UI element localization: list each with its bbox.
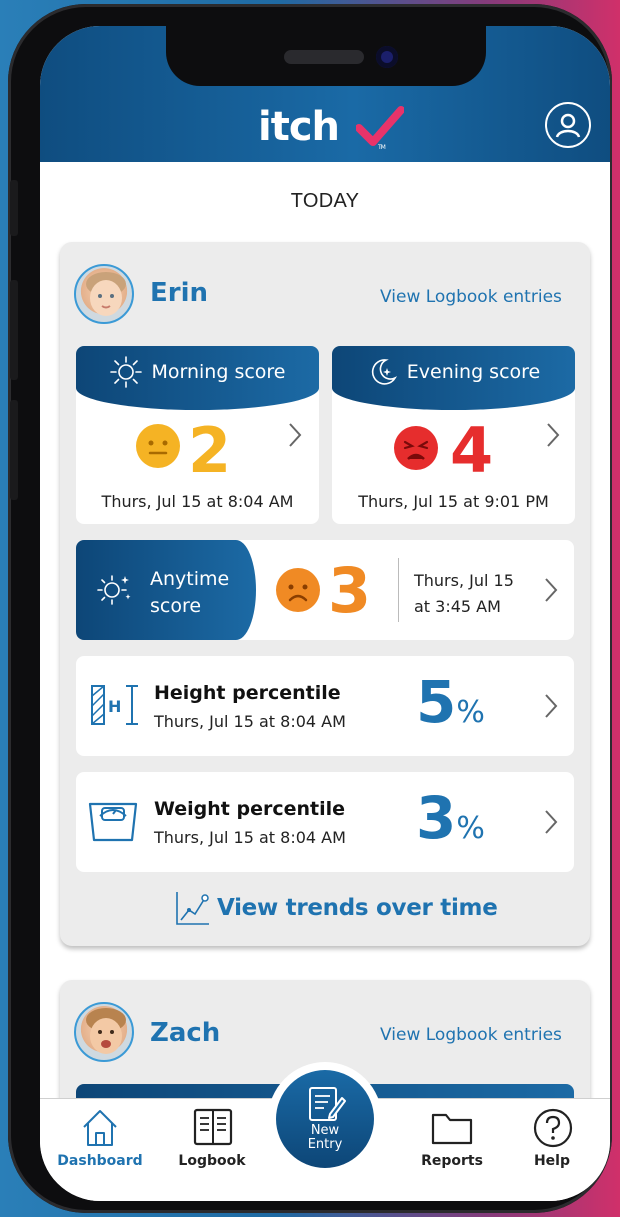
evening-score-value: 4 [450, 414, 494, 487]
logo-text: itch [258, 104, 340, 150]
profile-button[interactable] [545, 102, 591, 148]
height-value: 5 [416, 668, 457, 736]
notch [166, 26, 486, 86]
moon-icon [371, 359, 397, 385]
evening-score-card[interactable]: Evening score 4 Thurs, Jul 15 at 9:01 PM [332, 346, 575, 524]
svg-text:H: H [108, 697, 121, 716]
child-name: Zach [150, 1018, 221, 1048]
neutral-face-icon [136, 424, 180, 468]
morning-score-date: Thurs, Jul 15 at 8:04 AM [101, 492, 294, 511]
new-entry-circle: New Entry [276, 1070, 374, 1168]
folder-icon [431, 1113, 473, 1145]
tab-reports[interactable]: Reports [402, 1099, 502, 1201]
logo-trademark: TM [378, 144, 386, 151]
tab-help[interactable]: Help [502, 1099, 602, 1201]
tab-logbook[interactable]: Logbook [162, 1099, 262, 1201]
volume-up-button [10, 280, 18, 380]
new-entry-label: New Entry [276, 1124, 374, 1152]
mute-switch [10, 180, 18, 236]
height-percentile-card[interactable]: H Height percentile Thurs, Jul 15 at 8:0… [76, 656, 574, 756]
child-name: Erin [150, 278, 209, 308]
page-title: TODAY [290, 190, 360, 212]
avatar[interactable] [74, 264, 134, 324]
height-percentile-value: 5% [416, 668, 485, 736]
child-panel-erin: Erin View Logbook entries Morning score [60, 242, 590, 946]
anytime-label-line1: Anytime [150, 568, 230, 590]
tab-label: Help [533, 1153, 571, 1169]
weight-percentile-label: Weight percentile [154, 798, 346, 820]
pencil-note-icon [309, 1087, 346, 1121]
tab-label: Logbook [178, 1153, 246, 1169]
front-camera [376, 46, 398, 68]
sad-face-icon [276, 568, 320, 612]
weight-percentile-value: 3% [416, 784, 485, 852]
morning-score-label: Morning score [151, 361, 286, 383]
child-photo [86, 272, 126, 316]
new-entry-line1: New [310, 1123, 340, 1138]
tab-dashboard[interactable]: Dashboard [50, 1099, 150, 1201]
weight-unit: % [456, 811, 485, 846]
anytime-score-card[interactable]: Anytime score 3 Thurs, Jul 15 at 3:45 AM [76, 540, 574, 640]
sun-sparkle-icon [97, 575, 131, 605]
avatar[interactable] [74, 1002, 134, 1062]
chevron-right-icon [545, 810, 558, 834]
view-logbook-link[interactable]: View Logbook entries [380, 1025, 562, 1045]
itch-logo: itch TM [258, 104, 404, 154]
app-screen: itch TM TODAY Erin View Logbook entries … [40, 26, 610, 1201]
user-circle-icon [555, 113, 581, 138]
app-header: itch TM [40, 26, 610, 162]
chevron-right-icon [547, 423, 560, 447]
house-icon [83, 1110, 117, 1146]
height-percentile-label: Height percentile [154, 682, 341, 704]
anytime-label-line2: score [150, 595, 202, 617]
evening-score-header: Evening score [332, 346, 575, 410]
trend-chart-icon [176, 892, 209, 925]
evening-score-label: Evening score [406, 361, 541, 383]
phone-frame: itch TM TODAY Erin View Logbook entries … [8, 4, 612, 1213]
view-trends-label: View trends over time [217, 895, 498, 921]
anytime-date-line2: at 3:45 AM [414, 597, 501, 616]
height-unit: % [456, 695, 485, 730]
height-ruler-icon: H [91, 685, 138, 725]
child-photo [86, 1008, 126, 1054]
sun-icon [110, 356, 143, 388]
anytime-score-value: 3 [328, 554, 372, 627]
volume-down-button [10, 400, 18, 500]
question-circle-icon [533, 1108, 573, 1148]
morning-score-header: Morning score [76, 346, 319, 410]
anytime-date-line1: Thurs, Jul 15 [414, 571, 514, 590]
speaker [284, 50, 364, 64]
anytime-score-header: Anytime score [76, 540, 256, 640]
book-icon [193, 1108, 233, 1146]
morning-score-value: 2 [188, 414, 232, 487]
weight-value: 3 [416, 784, 457, 852]
height-percentile-date: Thurs, Jul 15 at 8:04 AM [154, 712, 346, 731]
weight-percentile-card[interactable]: Weight percentile Thurs, Jul 15 at 8:04 … [76, 772, 574, 872]
tab-label: Dashboard [57, 1153, 143, 1169]
new-entry-button[interactable]: New Entry [268, 1062, 382, 1176]
scale-icon [88, 802, 138, 842]
new-entry-line2: Entry [307, 1137, 343, 1152]
chevron-right-icon [545, 578, 558, 602]
morning-score-card[interactable]: Morning score 2 Thurs, Jul 15 at 8:04 AM [76, 346, 319, 524]
divider [398, 558, 399, 622]
angry-face-icon [394, 426, 438, 470]
tab-label: Reports [421, 1153, 483, 1169]
view-logbook-link[interactable]: View Logbook entries [380, 287, 562, 307]
weight-percentile-date: Thurs, Jul 15 at 8:04 AM [154, 828, 346, 847]
chevron-right-icon [545, 694, 558, 718]
chevron-right-icon [289, 423, 302, 447]
evening-score-date: Thurs, Jul 15 at 9:01 PM [358, 492, 549, 511]
view-trends-link[interactable]: View trends over time [175, 890, 498, 926]
